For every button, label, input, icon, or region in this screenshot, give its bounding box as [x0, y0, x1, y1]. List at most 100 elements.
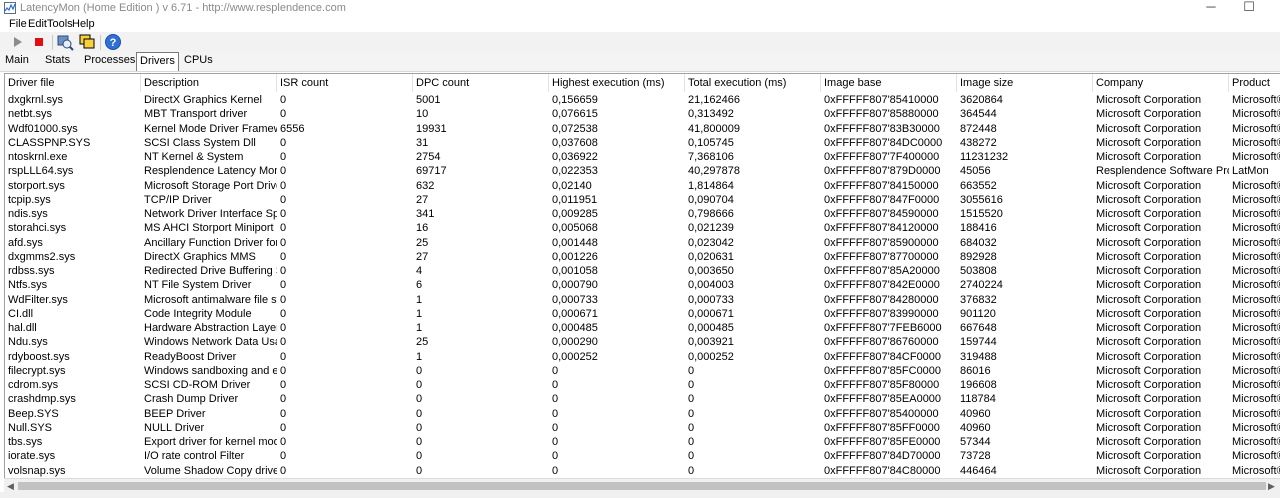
cell-image-base: 0xFFFFF807'85FE0000	[824, 436, 941, 448]
windows-icon[interactable]	[78, 33, 96, 51]
analyze-icon[interactable]	[56, 33, 74, 51]
table-row[interactable]: dxgkrnl.sys DirectX Graphics Kernel 0 5001 0…	[5, 93, 1280, 107]
menu-file[interactable]: File	[9, 18, 27, 30]
cell-isr-count: 0	[280, 336, 287, 349]
cell-image-base: 0xFFFFF807'84280000	[824, 293, 939, 306]
table-row[interactable]: rspLLL64.sys Resplendence Latency Monit..…	[5, 164, 1280, 178]
cell-driver-file: afd.sys	[8, 236, 43, 249]
cell-total-execution: 0	[688, 407, 695, 420]
column-header-image-base[interactable]: Image base	[821, 74, 957, 92]
cell-driver-file: CLASSPNP.SYS	[8, 136, 91, 149]
cell-image-size: 503808	[960, 265, 997, 277]
column-header-driver-file[interactable]: Driver file	[5, 74, 141, 92]
cell-dpc-count: 10	[416, 108, 429, 121]
cell-image-size: 872448	[960, 122, 997, 135]
scroll-left-icon[interactable]: ◀	[7, 481, 14, 492]
menu-tools[interactable]: Tools	[47, 18, 73, 30]
table-row[interactable]: CI.dll Code Integrity Module 0 1 0,000671 0,0…	[5, 307, 1280, 321]
status-bar	[0, 492, 1280, 498]
table-row[interactable]: volsnap.sys Volume Shadow Copy driver 0 0 0 0…	[5, 464, 1280, 478]
column-header-isr-count[interactable]: ISR count	[277, 74, 413, 92]
play-icon[interactable]	[8, 33, 26, 51]
table-row[interactable]: dxgmms2.sys DirectX Graphics MMS 0 27 0,0012…	[5, 250, 1280, 264]
cell-product: Microsoft®	[1232, 208, 1280, 220]
cell-company: Microsoft Corporation	[1096, 193, 1202, 206]
table-row[interactable]: afd.sys Ancillary Function Driver for ...…	[5, 236, 1280, 250]
cell-image-base: 0xFFFFF807'85900000	[824, 236, 939, 249]
scroll-right-icon[interactable]: ▶	[1268, 481, 1275, 492]
column-header-image-size[interactable]: Image size	[957, 74, 1093, 92]
cell-company: Microsoft Corporation	[1096, 222, 1202, 235]
cell-highest-execution: 0	[552, 407, 559, 420]
table-row[interactable]: ndis.sys Network Driver Interface Sp... 0 3…	[5, 207, 1280, 221]
table-row[interactable]: iorate.sys I/O rate control Filter 0 0 0 0 0xF…	[5, 449, 1280, 463]
cell-highest-execution: 0,000733	[552, 293, 598, 306]
cell-company: Microsoft Corporation	[1096, 407, 1202, 420]
cell-highest-execution: 0,000252	[552, 350, 598, 363]
table-row[interactable]: Null.SYS NULL Driver 0 0 0 0 0xFFFFF807'85FF00…	[5, 421, 1280, 435]
table-row[interactable]: ntoskrnl.exe NT Kernel & System 0 2754 0,036…	[5, 150, 1280, 164]
table-row[interactable]: Ntfs.sys NT File System Driver 0 6 0,000790 0…	[5, 278, 1280, 292]
tab-processes[interactable]: Processes	[81, 52, 138, 69]
table-row[interactable]: storport.sys Microsoft Storage Port Drive…	[5, 179, 1280, 193]
cell-image-size: 1515520	[960, 208, 1003, 220]
cell-dpc-count: 0	[416, 464, 423, 477]
scrollbar-thumb[interactable]	[18, 482, 1266, 490]
cell-highest-execution: 0,001226	[552, 250, 598, 263]
table-row[interactable]: tcpip.sys TCP/IP Driver 0 27 0,011951 0,09070…	[5, 193, 1280, 207]
maximize-button[interactable]: ☐	[1226, 0, 1272, 17]
table-row[interactable]: netbt.sys MBT Transport driver 0 10 0,076615…	[5, 107, 1280, 121]
cell-highest-execution: 0,005068	[552, 222, 598, 235]
table-row[interactable]: filecrypt.sys Windows sandboxing and e...…	[5, 364, 1280, 378]
tab-stats[interactable]: Stats	[42, 52, 73, 69]
column-header-highest-execution[interactable]: Highest execution (ms)	[549, 74, 685, 92]
menu-edit[interactable]: Edit	[28, 18, 47, 30]
menu-help[interactable]: Help	[72, 18, 95, 30]
cell-description: DirectX Graphics MMS	[144, 250, 256, 263]
cell-description: SCSI CD-ROM Driver	[144, 379, 251, 391]
cell-product: Microsoft®	[1232, 279, 1280, 292]
tab-main[interactable]: Main	[2, 52, 32, 69]
table-row[interactable]: rdbss.sys Redirected Drive Buffering S...…	[5, 264, 1280, 278]
table-row[interactable]: Wdf01000.sys Kernel Mode Driver Framew...…	[5, 122, 1280, 136]
cell-isr-count: 0	[280, 136, 287, 149]
cell-product: Microsoft®	[1232, 464, 1280, 477]
column-header-description[interactable]: Description	[141, 74, 277, 92]
column-header-total-execution[interactable]: Total execution (ms)	[685, 74, 821, 92]
horizontal-scrollbar[interactable]: ◀ ▶	[4, 478, 1280, 493]
cell-driver-file: crashdmp.sys	[8, 393, 76, 406]
cell-isr-count: 0	[280, 236, 287, 249]
cell-image-base: 0xFFFFF807'87700000	[824, 250, 939, 263]
cell-image-size: 3055616	[960, 193, 1003, 206]
cell-isr-count: 0	[280, 151, 287, 163]
cell-driver-file: dxgkrnl.sys	[8, 94, 64, 106]
cell-dpc-count: 341	[416, 208, 435, 220]
cell-image-size: 2740224	[960, 279, 1003, 292]
tab-drivers[interactable]: Drivers	[136, 52, 179, 71]
table-row[interactable]: rdyboost.sys ReadyBoost Driver 0 1 0,000252 0…	[5, 350, 1280, 364]
cell-total-execution: 0,000733	[688, 293, 734, 306]
cell-image-size: 73728	[960, 450, 991, 463]
table-row[interactable]: WdFilter.sys Microsoft antimalware file s…	[5, 293, 1280, 307]
table-row[interactable]: Beep.SYS BEEP Driver 0 0 0 0 0xFFFFF807'854000…	[5, 407, 1280, 421]
stop-icon[interactable]	[30, 33, 48, 51]
cell-isr-count: 0	[280, 208, 287, 220]
table-row[interactable]: Ndu.sys Windows Network Data Usa... 0 25 0,0…	[5, 335, 1280, 349]
cell-driver-file: Beep.SYS	[8, 407, 59, 420]
table-row[interactable]: tbs.sys Export driver for kernel mod... 0 0…	[5, 435, 1280, 449]
table-row[interactable]: crashdmp.sys Crash Dump Driver 0 0 0 0 0xFFFFF…	[5, 392, 1280, 406]
table-row[interactable]: CLASSPNP.SYS SCSI Class System Dll 0 31 0,03…	[5, 136, 1280, 150]
column-header-company[interactable]: Company	[1093, 74, 1229, 92]
help-icon[interactable]: ?	[104, 33, 122, 51]
table-row[interactable]: cdrom.sys SCSI CD-ROM Driver 0 0 0 0 0xFFFFF80…	[5, 378, 1280, 392]
cell-company: Microsoft Corporation	[1096, 322, 1202, 334]
table-row[interactable]: storahci.sys MS AHCI Storport Miniport D.…	[5, 221, 1280, 235]
cell-driver-file: WdFilter.sys	[8, 293, 68, 306]
column-header-product[interactable]: Product	[1229, 74, 1280, 92]
column-header-dpc-count[interactable]: DPC count	[413, 74, 549, 92]
tab-cpus[interactable]: CPUs	[181, 52, 216, 69]
cell-description: Microsoft Storage Port Driver	[144, 179, 277, 192]
table-row[interactable]: hal.dll Hardware Abstraction Layer ...0 1 0…	[5, 321, 1280, 335]
cell-product: Microsoft®	[1232, 450, 1280, 463]
cell-image-size: 684032	[960, 236, 997, 249]
